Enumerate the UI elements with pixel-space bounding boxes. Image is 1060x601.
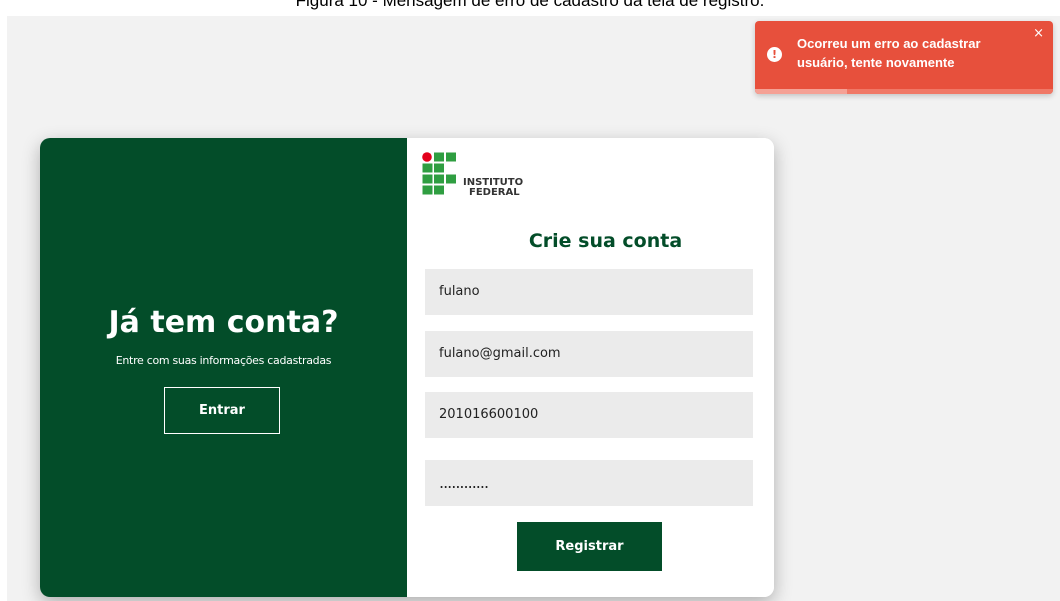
- toast-progress-track: [755, 89, 1053, 94]
- instituto-federal-logo-text: INSTITUTO FEDERAL: [463, 178, 523, 198]
- instituto-federal-logo: INSTITUTO FEDERAL: [422, 152, 552, 202]
- register-card: Já tem conta? Entre com suas informações…: [40, 138, 774, 597]
- password-field[interactable]: ............: [425, 460, 753, 506]
- error-toast: ! Ocorreu um erro ao cadastrar usuário, …: [755, 21, 1053, 94]
- error-toast-message: Ocorreu um erro ao cadastrar usuário, te…: [797, 36, 981, 70]
- name-field[interactable]: fulano: [425, 269, 753, 315]
- app-screen: Já tem conta? Entre com suas informações…: [7, 16, 1060, 601]
- toast-progress-bar: [755, 89, 848, 94]
- instituto-federal-logo-mark: [422, 152, 456, 195]
- login-panel-subtitle: Entre com suas informações cadastradas: [115, 354, 332, 367]
- register-panel: INSTITUTO FEDERAL Crie sua conta fulano …: [407, 138, 774, 597]
- close-icon[interactable]: ×: [1033, 26, 1044, 41]
- alert-circle-icon: !: [767, 47, 782, 62]
- logo-text-line2: FEDERAL: [469, 187, 520, 198]
- login-panel: Já tem conta? Entre com suas informações…: [40, 138, 407, 597]
- email-field[interactable]: fulano@gmail.com: [425, 331, 753, 377]
- register-button[interactable]: Registrar: [517, 522, 662, 571]
- register-title: Crie sua conta: [528, 230, 683, 252]
- registration-number-field[interactable]: 201016600100: [425, 392, 753, 438]
- figure-caption: Figura 10 - Mensagem de erro de cadastro…: [295, 0, 765, 10]
- login-panel-title: Já tem conta?: [108, 305, 339, 340]
- login-button[interactable]: Entrar: [164, 387, 280, 434]
